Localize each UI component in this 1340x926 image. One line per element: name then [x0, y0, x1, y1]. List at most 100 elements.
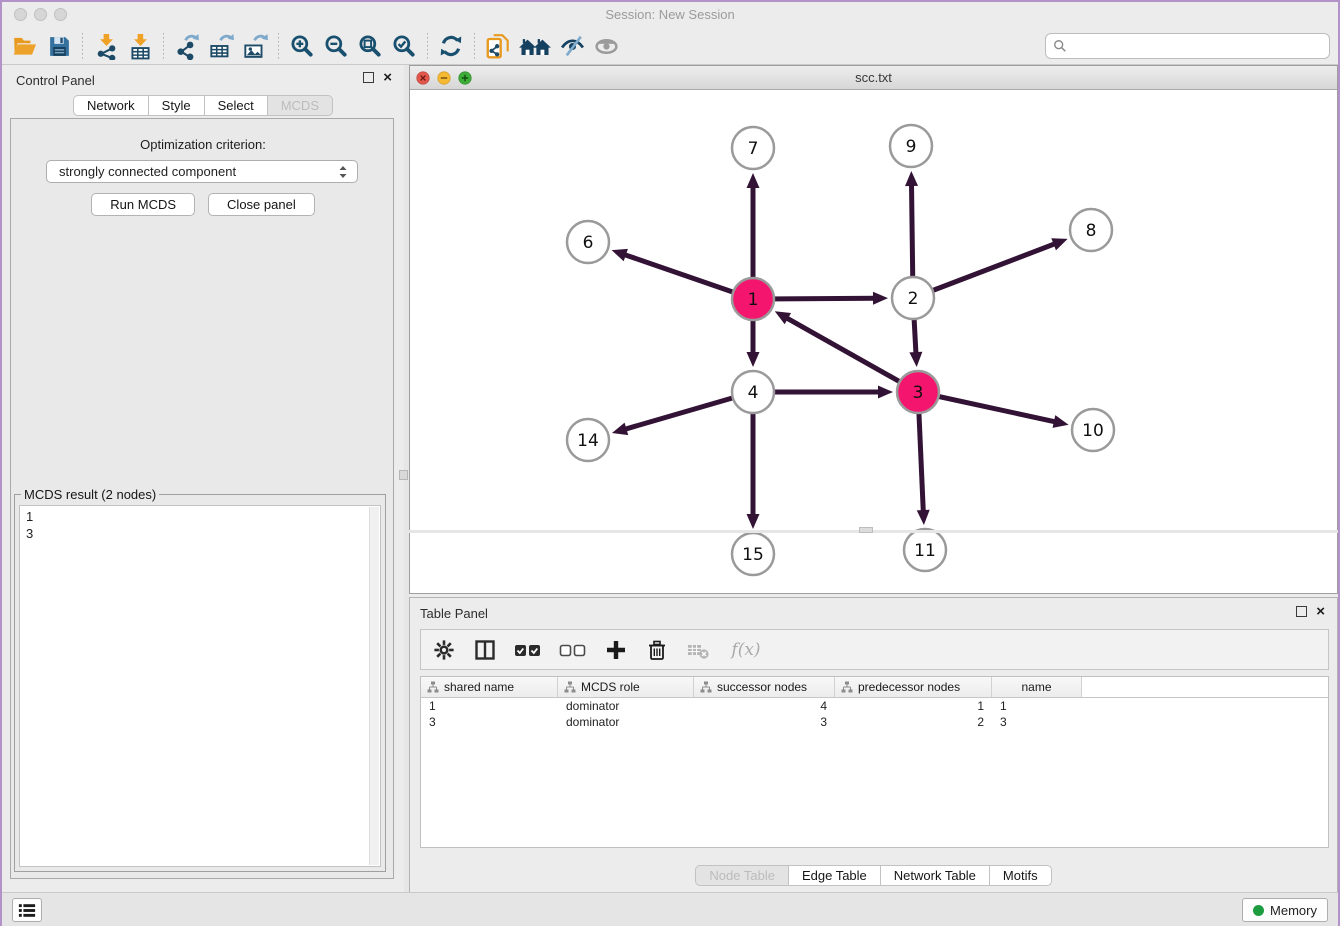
task-history-button[interactable]: [12, 898, 42, 922]
tab-node-table[interactable]: Node Table: [695, 865, 789, 886]
zoom-fit-button[interactable]: [353, 31, 387, 61]
float-panel-icon[interactable]: [1296, 606, 1307, 617]
checked-boxes-icon: [514, 641, 542, 659]
function-builder-button: f(x): [726, 637, 766, 663]
table-cell[interactable]: 1: [835, 699, 992, 713]
tab-network-table[interactable]: Network Table: [881, 865, 990, 886]
unselect-all-columns-button[interactable]: [558, 637, 588, 663]
optimization-criterion-label: Optimization criterion:: [2, 137, 404, 152]
splitter-grip[interactable]: [859, 527, 873, 533]
column-header-shared-name[interactable]: shared name: [421, 677, 558, 697]
mcds-result-title: MCDS result (2 nodes): [21, 487, 159, 502]
mcds-result-list[interactable]: 13: [19, 505, 381, 867]
graph-edge-arrowhead: [747, 352, 760, 367]
table-cell[interactable]: 3: [694, 715, 835, 729]
tab-style[interactable]: Style: [149, 95, 205, 116]
result-scrollbar[interactable]: [369, 507, 379, 865]
network-canvas[interactable]: 1234678910111415: [410, 90, 1337, 593]
hide-graphics-details-button[interactable]: [555, 31, 589, 61]
network-graph[interactable]: 1234678910111415: [410, 90, 1337, 593]
zoom-in-icon: [289, 33, 315, 59]
graph-edge-arrowhead: [1053, 415, 1069, 428]
main-titlebar: Session: New Session: [2, 2, 1338, 28]
refresh-view-button[interactable]: [434, 31, 468, 61]
table-cell[interactable]: 4: [694, 699, 835, 713]
trash-icon: [646, 639, 668, 661]
show-column-panel-button[interactable]: [472, 637, 498, 663]
import-network-button[interactable]: [89, 31, 123, 61]
close-panel-button[interactable]: Close panel: [208, 193, 315, 216]
export-network-button[interactable]: [170, 31, 204, 61]
zoom-in-button[interactable]: [285, 31, 319, 61]
gear-icon: [433, 639, 455, 661]
column-header-label: MCDS role: [581, 680, 640, 694]
splitter-grip[interactable]: [399, 470, 408, 480]
column-header-MCDS-role[interactable]: MCDS role: [558, 677, 694, 697]
open-file-button[interactable]: [8, 31, 42, 61]
graph-edge-arrowhead: [747, 173, 760, 188]
column-header-label: successor nodes: [717, 680, 807, 694]
column-type-icon: [427, 681, 439, 693]
horizontal-splitter[interactable]: [409, 530, 1338, 533]
graph-node-label: 14: [577, 431, 599, 451]
save-session-button[interactable]: [42, 31, 76, 61]
graph-edge-3-1[interactable]: [785, 317, 918, 392]
delete-column-button[interactable]: [644, 637, 670, 663]
table-toolbar: f(x): [420, 629, 1329, 670]
tab-edge-table[interactable]: Edge Table: [789, 865, 881, 886]
show-graphics-details-button[interactable]: [589, 31, 623, 61]
tab-network[interactable]: Network: [73, 95, 149, 116]
run-mcds-button[interactable]: Run MCDS: [91, 193, 195, 216]
import-table-button[interactable]: [123, 31, 157, 61]
table-cell[interactable]: 2: [835, 715, 992, 729]
close-panel-icon[interactable]: ×: [383, 72, 392, 83]
optimization-criterion-dropdown[interactable]: strongly connected component: [46, 160, 358, 183]
search-input[interactable]: [1072, 36, 1329, 56]
table-cell[interactable]: 1: [992, 699, 1082, 713]
column-header-predecessor-nodes[interactable]: predecessor nodes: [835, 677, 992, 697]
close-panel-icon[interactable]: ×: [1316, 606, 1325, 617]
graph-edge-arrowhead: [612, 423, 628, 435]
zoom-out-icon: [323, 33, 349, 59]
create-column-button[interactable]: [603, 637, 629, 663]
zoom-selected-button[interactable]: [387, 31, 421, 61]
plus-icon: [605, 639, 627, 661]
table-row[interactable]: 3dominator323: [421, 714, 1328, 730]
table-row[interactable]: 1dominator411: [421, 698, 1328, 714]
graph-node-label: 10: [1082, 421, 1104, 441]
import-network-icon: [93, 33, 120, 60]
table-cell[interactable]: 1: [421, 699, 558, 713]
table-cell[interactable]: dominator: [558, 699, 694, 713]
graph-node-label: 3: [913, 383, 924, 403]
memory-button[interactable]: Memory: [1242, 898, 1328, 922]
tab-mcds[interactable]: MCDS: [268, 95, 333, 116]
toolbar-separator: [82, 33, 83, 59]
control-panel-tabs: NetworkStyleSelectMCDS: [2, 95, 404, 116]
window-title: Session: New Session: [2, 7, 1338, 22]
graph-edge-arrowhead: [1051, 238, 1067, 250]
graph-node-label: 15: [742, 545, 764, 565]
columns-icon: [474, 639, 496, 661]
table-cell[interactable]: 3: [421, 715, 558, 729]
float-panel-icon[interactable]: [363, 72, 374, 83]
tab-motifs[interactable]: Motifs: [990, 865, 1052, 886]
search-icon: [1053, 39, 1067, 53]
clone-network-button[interactable]: [481, 31, 515, 61]
zoom-out-button[interactable]: [319, 31, 353, 61]
export-table-icon: [208, 33, 235, 60]
export-table-button[interactable]: [204, 31, 238, 61]
home-button[interactable]: [515, 31, 555, 61]
graph-node-label: 6: [583, 233, 594, 253]
table-cell[interactable]: dominator: [558, 715, 694, 729]
table-settings-button[interactable]: [431, 637, 457, 663]
select-all-columns-button[interactable]: [513, 637, 543, 663]
column-header-label: name: [1021, 680, 1051, 694]
network-window-title: scc.txt: [410, 70, 1337, 85]
graph-edge-2-8[interactable]: [913, 243, 1056, 298]
column-header-name[interactable]: name: [992, 677, 1082, 697]
search-field[interactable]: [1045, 33, 1330, 59]
tab-select[interactable]: Select: [205, 95, 268, 116]
table-cell[interactable]: 3: [992, 715, 1082, 729]
column-header-successor-nodes[interactable]: successor nodes: [694, 677, 835, 697]
export-image-button[interactable]: [238, 31, 272, 61]
